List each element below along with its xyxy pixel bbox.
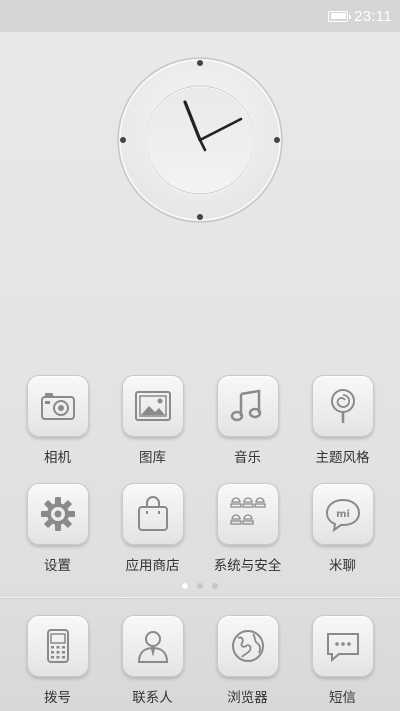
app-label: 米聊	[329, 558, 356, 574]
analog-clock	[117, 57, 283, 223]
app-system-security[interactable]: 系统与安全	[200, 483, 295, 574]
page-dot[interactable]	[212, 583, 218, 589]
app-label: 相机	[44, 450, 71, 466]
app-theme[interactable]: 主题风格	[295, 375, 390, 466]
page-dot[interactable]	[197, 583, 203, 589]
app-miliao[interactable]: mi 米聊	[295, 483, 390, 574]
app-row-1: 相机 图库 音乐 主题风格	[0, 375, 400, 466]
shopping-bag-icon	[121, 483, 184, 545]
dock-browser[interactable]: 浏览器	[200, 615, 295, 706]
page-indicator[interactable]	[0, 583, 400, 589]
dock-row: 拨号 联系人 浏览器 短信	[0, 615, 400, 706]
app-store[interactable]: 应用商店	[105, 483, 200, 574]
app-label: 短信	[329, 690, 356, 706]
status-time: 23:11	[354, 7, 392, 25]
app-label: 联系人	[132, 690, 173, 706]
app-camera[interactable]: 相机	[10, 375, 105, 466]
app-label: 图库	[139, 450, 166, 466]
app-label: 设置	[44, 558, 71, 574]
dock-contacts[interactable]: 联系人	[105, 615, 200, 706]
app-label: 应用商店	[125, 558, 180, 574]
battery-icon	[328, 10, 352, 22]
page-dot-active[interactable]	[182, 583, 188, 589]
theme-icon	[311, 375, 374, 437]
dock: 拨号 联系人 浏览器 短信	[0, 597, 400, 711]
app-music[interactable]: 音乐	[200, 375, 295, 466]
app-label: 音乐	[234, 450, 261, 466]
app-settings[interactable]: 设置	[10, 483, 105, 574]
clock-widget[interactable]	[116, 56, 284, 224]
gallery-icon	[121, 375, 184, 437]
contact-icon	[121, 615, 184, 677]
status-bar: 23:11	[0, 0, 400, 32]
message-icon	[311, 615, 374, 677]
app-label: 系统与安全	[213, 558, 282, 574]
app-row-2: 设置 应用商店 系统与安全 mi 米聊	[0, 483, 400, 574]
dock-messages[interactable]: 短信	[295, 615, 390, 706]
app-label: 拨号	[44, 690, 71, 706]
chat-bubble-icon: mi	[311, 483, 374, 545]
folder-icon	[216, 483, 279, 545]
gear-icon	[26, 483, 89, 545]
svg-text:mi: mi	[336, 509, 350, 520]
app-label: 浏览器	[227, 690, 268, 706]
phone-icon	[26, 615, 89, 677]
app-label: 主题风格	[315, 450, 370, 466]
globe-icon	[216, 615, 279, 677]
app-gallery[interactable]: 图库	[105, 375, 200, 466]
music-icon	[216, 375, 279, 437]
dock-dialer[interactable]: 拨号	[10, 615, 105, 706]
camera-icon	[26, 375, 89, 437]
